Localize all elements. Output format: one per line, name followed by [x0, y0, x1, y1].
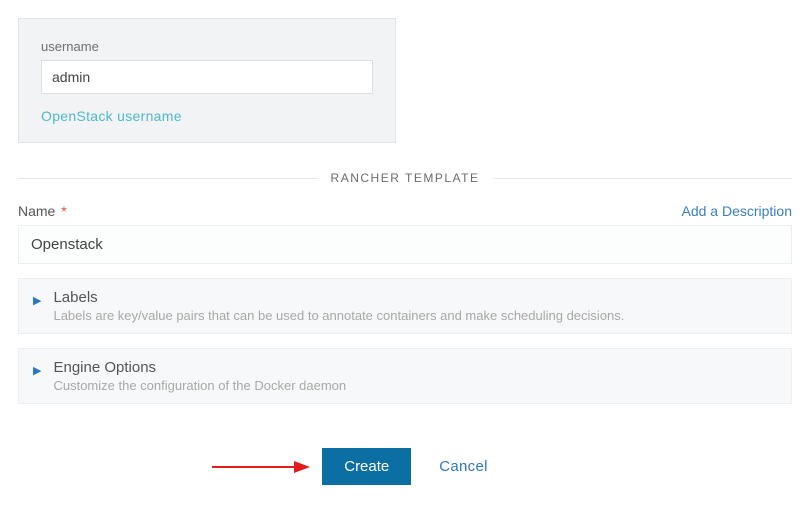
- username-input[interactable]: [41, 60, 373, 94]
- name-label: Name: [18, 203, 55, 219]
- cancel-button[interactable]: Cancel: [439, 458, 488, 475]
- accordion-labels[interactable]: ▶ Labels Labels are key/value pairs that…: [18, 278, 792, 334]
- name-row: Name * Add a Description: [18, 203, 792, 219]
- name-label-container: Name *: [18, 203, 67, 219]
- accordion-engine-content: Engine Options Customize the configurati…: [53, 359, 777, 393]
- expand-icon: ▶: [33, 294, 41, 307]
- accordion-labels-content: Labels Labels are key/value pairs that c…: [53, 289, 777, 323]
- username-label: username: [41, 39, 373, 54]
- accordion-engine-description: Customize the configuration of the Docke…: [53, 378, 777, 393]
- section-title: RANCHER TEMPLATE: [317, 171, 494, 185]
- accordion-labels-description: Labels are key/value pairs that can be u…: [53, 308, 777, 323]
- username-panel: username OpenStack username: [18, 18, 396, 143]
- arrow-annotation-icon: [210, 457, 310, 477]
- button-row: Create Cancel: [18, 448, 792, 485]
- expand-icon: ▶: [33, 364, 41, 377]
- accordion-engine-title: Engine Options: [53, 359, 777, 376]
- accordion-labels-title: Labels: [53, 289, 777, 306]
- required-marker: *: [61, 203, 66, 219]
- add-description-link[interactable]: Add a Description: [681, 203, 792, 219]
- template-name-input[interactable]: [18, 225, 792, 264]
- create-button[interactable]: Create: [322, 448, 411, 485]
- openstack-username-help-link[interactable]: OpenStack username: [41, 108, 182, 124]
- accordion-engine-options[interactable]: ▶ Engine Options Customize the configura…: [18, 348, 792, 404]
- section-divider: RANCHER TEMPLATE: [18, 171, 792, 185]
